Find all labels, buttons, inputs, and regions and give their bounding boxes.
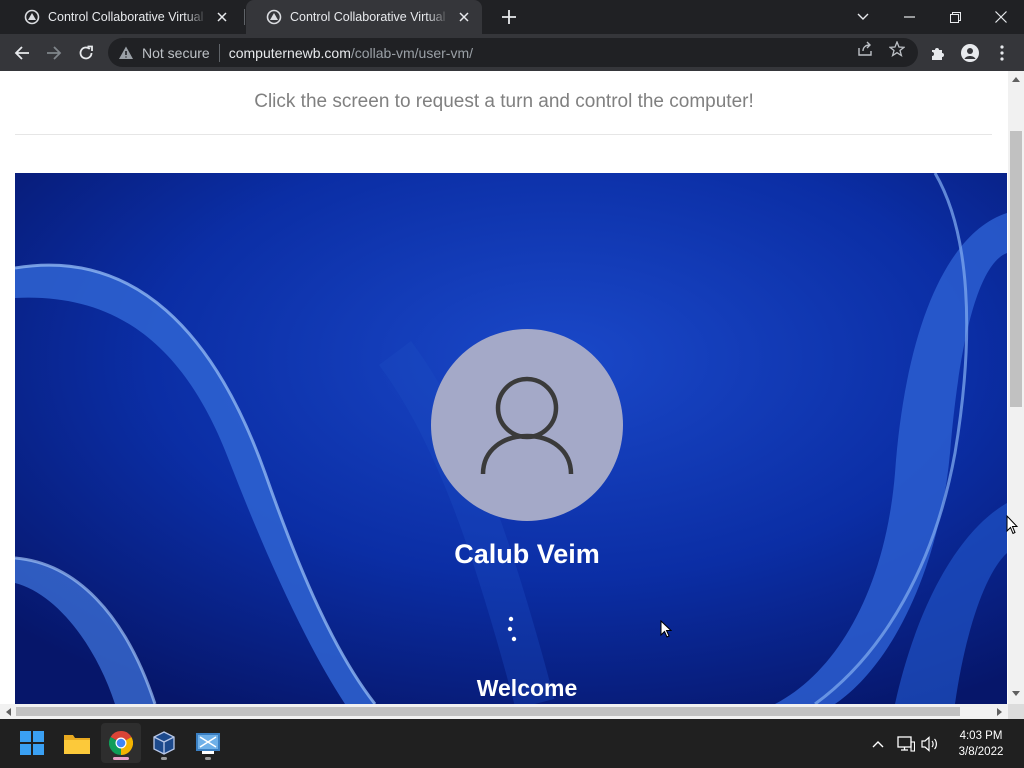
- restore-icon: [949, 11, 961, 23]
- clock-time: 4:03 PM: [959, 730, 1003, 742]
- star-icon[interactable]: [888, 40, 906, 58]
- collab-vm-favicon: [24, 9, 40, 25]
- loading-spinner-icon: [507, 616, 517, 642]
- divider: [15, 134, 992, 135]
- virtualbox-taskbar-button[interactable]: [144, 723, 184, 763]
- running-app-indicator: [161, 757, 167, 760]
- start-button[interactable]: [12, 723, 52, 763]
- turn-instruction: Click the screen to request a turn and c…: [254, 91, 754, 112]
- start-icon: [20, 731, 44, 755]
- active-app-indicator: [113, 757, 129, 760]
- collab-vm-favicon: [266, 9, 282, 25]
- show-hidden-icons-chevron-icon[interactable]: [868, 734, 888, 754]
- warning-icon: [119, 46, 133, 59]
- vm-display[interactable]: Calub Veim Welcome: [15, 173, 1007, 704]
- volume-icon[interactable]: [920, 734, 940, 754]
- horizontal-scrollbar[interactable]: [0, 704, 1008, 719]
- tab-separator: [244, 9, 245, 25]
- back-arrow-icon: [14, 46, 29, 60]
- menu-button[interactable]: [988, 39, 1016, 67]
- chevron-down-icon: [857, 13, 869, 20]
- reload-button[interactable]: [72, 39, 100, 67]
- horizontal-scroll-thumb[interactable]: [16, 707, 960, 716]
- page-content: Click the screen to request a turn and c…: [0, 71, 1008, 704]
- forward-button[interactable]: [40, 39, 68, 67]
- tab-search-button[interactable]: [840, 0, 886, 34]
- tab-close-icon[interactable]: [214, 9, 230, 25]
- scroll-right-arrow-icon[interactable]: [994, 707, 1004, 717]
- new-tab-button[interactable]: [498, 6, 520, 28]
- security-label[interactable]: Not secure: [142, 45, 210, 61]
- scroll-up-arrow-icon[interactable]: [1011, 74, 1021, 84]
- vertical-scroll-thumb[interactable]: [1010, 131, 1022, 407]
- host-cursor-icon: [1006, 515, 1018, 535]
- tab-inactive[interactable]: Control Collaborative Virtual Machine: [4, 0, 240, 34]
- clock-date: 3/8/2022: [958, 746, 1004, 758]
- forward-arrow-icon: [47, 46, 62, 60]
- puzzle-icon: [932, 48, 944, 60]
- file-explorer-icon: [64, 735, 90, 754]
- tab-title: Control Collaborative Virtual Machine: [290, 10, 450, 24]
- close-icon: [995, 11, 1007, 23]
- chrome-taskbar-button[interactable]: [101, 723, 141, 763]
- reload-icon: [79, 45, 93, 60]
- windows-taskbar: 4:03 PM 3/8/2022: [0, 719, 1024, 768]
- system-clock[interactable]: 4:03 PM 3/8/2022: [946, 728, 1016, 760]
- restore-button[interactable]: [932, 0, 978, 34]
- vmware-taskbar-button[interactable]: [188, 723, 228, 763]
- network-icon[interactable]: [896, 734, 916, 754]
- minimize-icon: [903, 16, 915, 18]
- profile-icon: [961, 44, 979, 62]
- plus-icon: [502, 10, 516, 24]
- address-bar[interactable]: Not secure computernewb.com/collab-vm/us…: [108, 38, 918, 67]
- scroll-down-arrow-icon[interactable]: [1011, 688, 1021, 698]
- login-username: Calub Veim: [454, 539, 600, 569]
- kebab-menu-icon: [1000, 45, 1004, 61]
- profile-button[interactable]: [956, 39, 984, 67]
- tab-strip: Control Collaborative Virtual Machine Co…: [0, 0, 1024, 34]
- vertical-scrollbar[interactable]: [1008, 71, 1024, 704]
- tab-close-icon[interactable]: [456, 9, 472, 25]
- file-explorer-button[interactable]: [57, 723, 97, 763]
- running-app-indicator: [205, 757, 211, 760]
- minimize-button[interactable]: [886, 0, 932, 34]
- scrollbar-corner: [1008, 704, 1024, 719]
- address-separator: [218, 43, 220, 62]
- back-button[interactable]: [8, 39, 36, 67]
- extensions-button[interactable]: [924, 39, 952, 67]
- login-status: Welcome: [476, 675, 578, 701]
- user-avatar[interactable]: [431, 329, 623, 521]
- vmware-icon: [196, 733, 220, 754]
- scroll-left-arrow-icon[interactable]: [3, 707, 13, 717]
- chrome-icon: [109, 731, 133, 755]
- user-silhouette-icon: [480, 376, 574, 475]
- url-path: /collab-vm/user-vm/: [350, 44, 474, 61]
- browser-toolbar: Not secure computernewb.com/collab-vm/us…: [0, 34, 1024, 71]
- virtualbox-icon: [153, 731, 175, 755]
- share-icon[interactable]: [856, 40, 874, 58]
- close-window-button[interactable]: [978, 0, 1024, 34]
- mouse-cursor-icon: [660, 620, 672, 638]
- url-host: computernewb.com: [228, 44, 351, 61]
- tab-title: Control Collaborative Virtual Machine: [48, 10, 208, 24]
- tab-active[interactable]: Control Collaborative Virtual Machine: [246, 0, 482, 34]
